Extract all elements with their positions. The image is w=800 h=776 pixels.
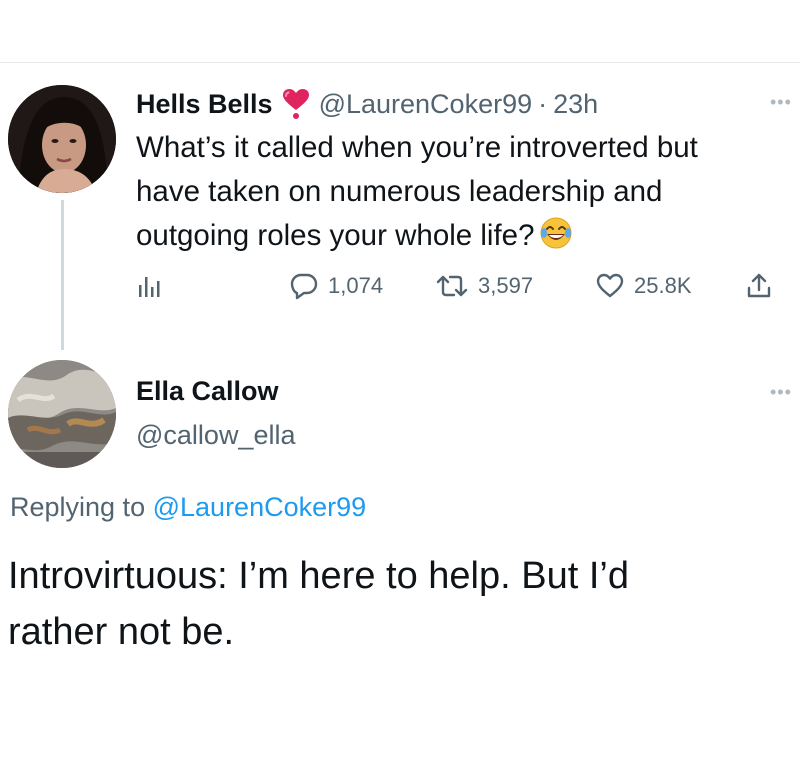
author-handle[interactable]: @callow_ella <box>136 420 295 451</box>
tweet-text-line: Introvirtuous: I’m here to help. But I’d <box>8 555 629 597</box>
top-divider <box>0 62 800 63</box>
replying-prefix: Replying to <box>10 492 146 522</box>
mention-link[interactable]: @LaurenCoker99 <box>153 492 367 522</box>
more-options-icon[interactable]: ••• <box>770 92 792 113</box>
replying-to: Replying to @LaurenCoker99 <box>10 492 366 523</box>
avatar[interactable] <box>8 85 116 193</box>
tweet-text-line: rather not be. <box>8 611 235 653</box>
analytics-button[interactable] <box>136 268 162 304</box>
reply-count: 1,074 <box>328 273 384 298</box>
share-button[interactable] <box>746 268 772 304</box>
retweet-count: 3,597 <box>478 273 534 298</box>
tweet-text: What’s it called when you’re introverted… <box>136 126 786 263</box>
heart-badge-icon <box>281 88 311 120</box>
thread-line <box>61 200 64 350</box>
laughing-emoji-icon <box>539 216 573 263</box>
analytics-icon <box>139 277 160 297</box>
reply-button[interactable]: 1,074 <box>290 268 383 304</box>
header-separator: · <box>538 88 548 119</box>
avatar[interactable] <box>8 360 116 468</box>
tweet-text-line: outgoing roles your whole life? <box>136 214 786 263</box>
tweet-text-line: What’s it called when you’re introverted… <box>136 131 698 164</box>
tweet-text-line: have taken on numerous leadership and <box>136 175 663 208</box>
more-options-icon[interactable]: ••• <box>770 382 792 403</box>
tweet-text: Introvirtuous: I’m here to help. But I’d… <box>8 548 788 660</box>
timestamp[interactable]: 23h <box>553 89 598 120</box>
tweet-header: Hells Bells @LaurenCoker99 · 23h <box>136 86 598 122</box>
like-button[interactable]: 25.8K <box>596 268 692 304</box>
like-count: 25.8K <box>634 273 692 298</box>
reply-icon <box>290 273 318 300</box>
retweet-button[interactable]: 3,597 <box>436 268 533 304</box>
share-icon <box>747 273 771 298</box>
author-handle[interactable]: @LaurenCoker99 <box>319 89 533 120</box>
tweet-actions: 1,074 3,597 25.8K <box>136 268 776 304</box>
heart-icon <box>596 273 624 298</box>
author-name[interactable]: Ella Callow <box>136 376 279 407</box>
retweet-icon <box>436 275 468 297</box>
tweet-text-line-text: outgoing roles your whole life? <box>136 219 535 252</box>
author-name[interactable]: Hells Bells <box>136 89 273 120</box>
